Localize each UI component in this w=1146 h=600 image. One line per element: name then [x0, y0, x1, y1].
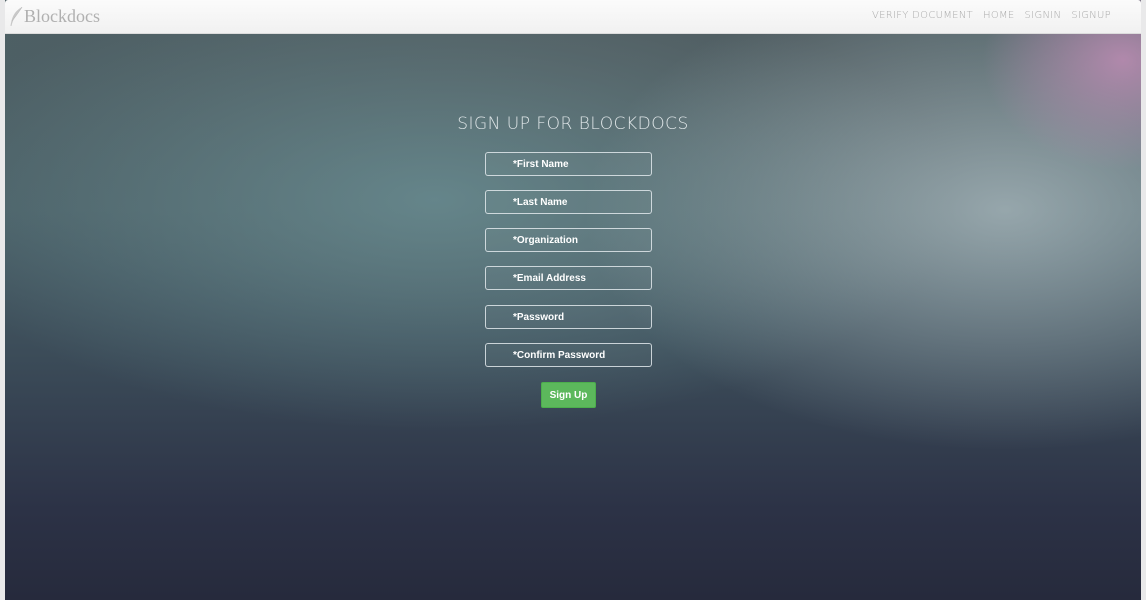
nav-signup[interactable]: SIGNUP [1071, 10, 1111, 21]
sign-up-button[interactable]: Sign Up [541, 382, 596, 408]
brand-name: Blockdocs [24, 6, 100, 26]
signup-title: SIGN UP FOR BLOCKDOCS [457, 114, 689, 134]
top-navbar: Blockdocs VERIFY DOCUMENT HOME SIGNIN SI… [5, 0, 1141, 34]
confirm-password-input[interactable] [485, 343, 652, 367]
last-name-input[interactable] [485, 190, 652, 214]
brand-link[interactable]: Blockdocs [9, 6, 100, 27]
first-name-input[interactable] [485, 152, 652, 176]
page-frame: Blockdocs VERIFY DOCUMENT HOME SIGNIN SI… [5, 0, 1141, 600]
organization-input[interactable] [485, 228, 652, 252]
feather-quill-icon [10, 6, 23, 26]
email-input[interactable] [485, 266, 652, 290]
nav-verify-document[interactable]: VERIFY DOCUMENT [872, 10, 973, 21]
nav-home[interactable]: HOME [983, 10, 1015, 21]
password-input[interactable] [485, 305, 652, 329]
main-nav: VERIFY DOCUMENT HOME SIGNIN SIGNUP [872, 10, 1111, 21]
nav-signin[interactable]: SIGNIN [1025, 10, 1062, 21]
